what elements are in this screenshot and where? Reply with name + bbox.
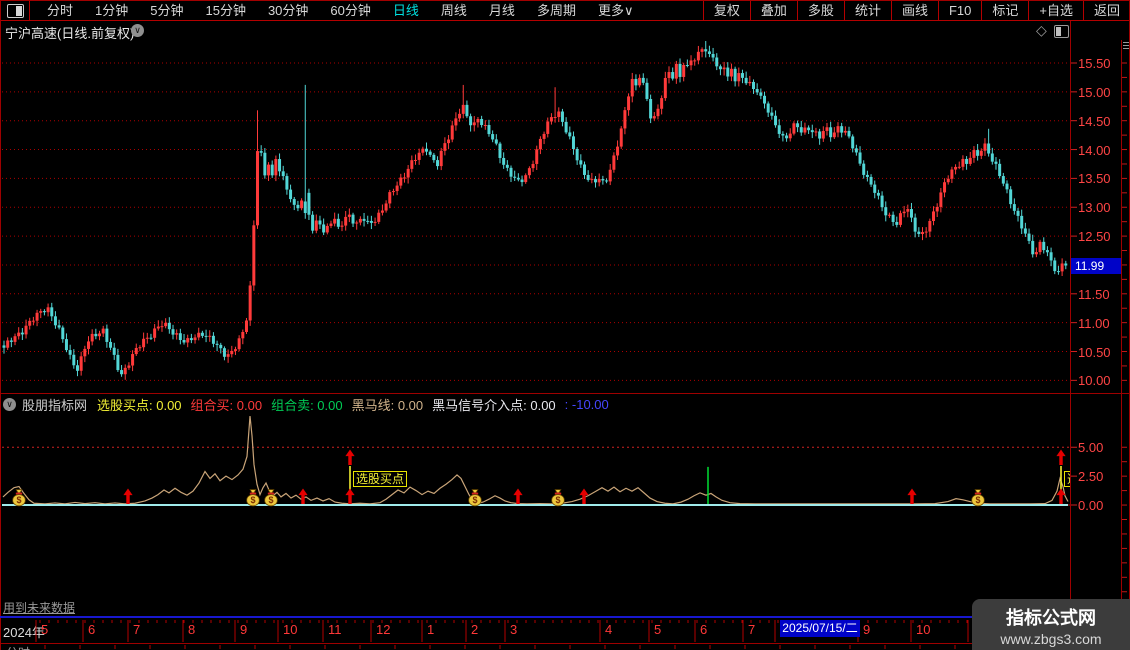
selected-date-badge: 2025/07/15/二	[780, 620, 860, 637]
indicator-panel[interactable]: 选股买点 选股买点	[0, 394, 1070, 617]
watermark: 指标公式网 www.zbgs3.com	[972, 599, 1130, 650]
indicator-field-2: 组合卖: 0.00	[271, 397, 343, 413]
indicator-field-1: 组合买: 0.00	[190, 397, 263, 413]
indicator-header: ∨ 股朋指标网 选股买点: 0.00 组合买: 0.00 组合卖: 0.00 黑马线:…	[3, 395, 618, 413]
buy-signal-label-0: 选股买点	[353, 471, 408, 487]
last-price-badge: 11.99	[1071, 257, 1121, 274]
indicator-field-3: 黑马线: 0.00	[351, 397, 424, 413]
app-root: $ $ $ $ $ $ 分时 1分钟 5分钟 15分钟 30分钟 60分钟 日线 周线 月线 多周期 更多∨ …	[0, 0, 1130, 650]
indicator-source-label: 股朋指标网	[22, 397, 88, 413]
watermark-title: 指标公式网	[1006, 608, 1096, 628]
indicator-field-5: : -10.00	[564, 396, 609, 412]
future-data-warning: 用到未来数据	[3, 601, 76, 615]
chevron-down-icon[interactable]: ∨	[3, 397, 16, 411]
buy-signal-label-1: 选股买点	[1064, 471, 1070, 487]
indicator-field-4: 黑马信号介入点: 0.00	[432, 397, 556, 413]
watermark-url: www.zbgs3.com	[1000, 631, 1102, 647]
indicator-field-0: 选股买点: 0.00	[97, 397, 182, 413]
axis-menu-icon[interactable]	[1123, 42, 1129, 49]
